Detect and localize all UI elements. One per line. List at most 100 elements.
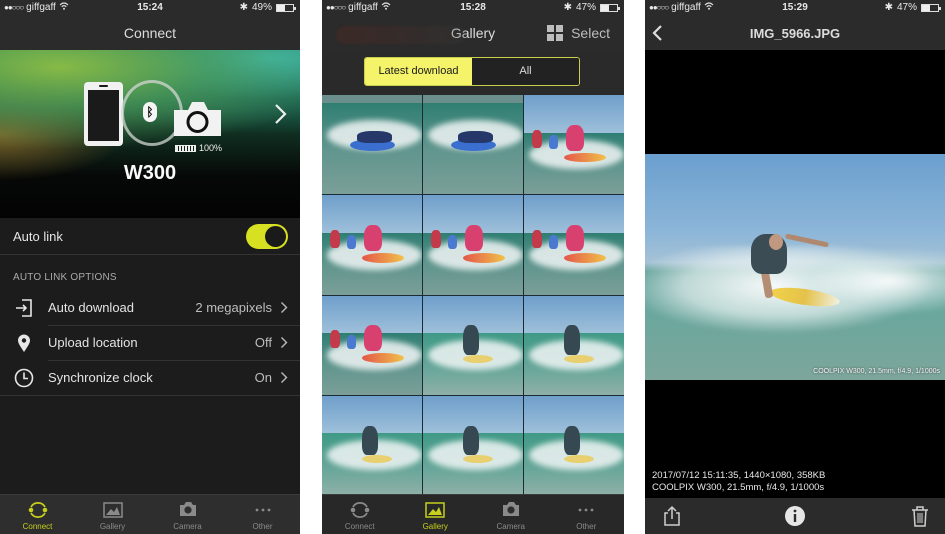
tab-connect[interactable]: Connect bbox=[0, 495, 75, 534]
device-name: W300 bbox=[123, 162, 177, 184]
fading-notification-banner bbox=[336, 26, 466, 44]
tab-label: Connect bbox=[22, 522, 53, 531]
photo-thumbnail[interactable] bbox=[524, 295, 624, 395]
status-bar: ●●○○○ giffgaff 15:29 ✱ 47% bbox=[645, 0, 945, 16]
camera-icon bbox=[502, 502, 519, 516]
photo-toolbar bbox=[645, 498, 945, 534]
gallery-icon bbox=[425, 502, 445, 518]
auto-link-toggle[interactable] bbox=[246, 224, 288, 249]
camera-icon bbox=[179, 502, 196, 516]
photo-watermark-caption: COOLPIX W300, 21.5mm, f/4.9, 1/1000s bbox=[813, 368, 940, 375]
auto-link-label: Auto link bbox=[13, 229, 63, 244]
tab-gallery[interactable]: Gallery bbox=[398, 495, 474, 534]
tab-camera[interactable]: Camera bbox=[150, 495, 225, 534]
segment-latest-download[interactable]: Latest download bbox=[365, 58, 472, 85]
option-upload-location[interactable]: Upload location Off bbox=[0, 325, 300, 360]
option-label: Auto download bbox=[48, 300, 135, 315]
share-icon[interactable] bbox=[661, 505, 683, 527]
tab-label: Other bbox=[576, 522, 597, 531]
option-value: 2 megapixels bbox=[195, 300, 272, 315]
photo-thumbnail[interactable] bbox=[322, 395, 422, 495]
chevron-right-icon bbox=[281, 372, 288, 383]
photo-metadata: 2017/07/12 15:11:35, 1440×1080, 358KB CO… bbox=[652, 470, 825, 494]
section-header: AUTO LINK OPTIONS bbox=[13, 272, 117, 283]
tab-label: Other bbox=[252, 522, 273, 531]
chevron-right-icon bbox=[281, 337, 288, 348]
gallery-icon bbox=[102, 502, 123, 518]
divider bbox=[0, 254, 300, 255]
option-label: Upload location bbox=[48, 335, 138, 350]
status-bar: ●●○○○ giffgaff 15:24 ✱ 49% bbox=[0, 0, 300, 16]
full-photo[interactable]: COOLPIX W300, 21.5mm, f/4.9, 1/1000s bbox=[645, 154, 945, 380]
chevron-right-icon bbox=[281, 302, 288, 313]
page-title: IMG_5966.JPG bbox=[749, 26, 841, 41]
option-auto-download[interactable]: Auto download 2 megapixels bbox=[0, 290, 300, 325]
tab-bar: Connect Gallery Camera Other bbox=[322, 494, 624, 534]
segment-all[interactable]: All bbox=[472, 58, 579, 85]
connection-hero[interactable]: ᛒ 100% W300 bbox=[0, 50, 300, 218]
back-chevron-icon[interactable] bbox=[651, 24, 663, 42]
battery-icon bbox=[921, 3, 941, 12]
tab-other[interactable]: Other bbox=[225, 495, 300, 534]
camera-device-icon bbox=[174, 102, 221, 136]
nav-bar: IMG_5966.JPG bbox=[645, 16, 945, 50]
option-value: On bbox=[254, 370, 272, 385]
battery-icon bbox=[276, 3, 296, 12]
smartphone-icon bbox=[84, 82, 123, 146]
option-synchronize-clock[interactable]: Synchronize clock On bbox=[0, 360, 300, 395]
photo-thumbnail[interactable] bbox=[423, 95, 523, 195]
page-title: Connect bbox=[0, 16, 300, 50]
photo-thumbnail[interactable] bbox=[423, 295, 523, 395]
photo-detail-screen: ●●○○○ giffgaff 15:29 ✱ 47% IMG_5966.JPG … bbox=[645, 0, 945, 534]
option-value: Off bbox=[254, 335, 272, 350]
photo-thumbnail[interactable] bbox=[322, 295, 422, 395]
grid-icon bbox=[547, 25, 564, 41]
metadata-line-exif: COOLPIX W300, 21.5mm, f/4.9, 1/1000s bbox=[652, 482, 825, 493]
photo-thumbnail[interactable] bbox=[423, 395, 523, 495]
select-label: Select bbox=[571, 25, 610, 41]
battery-percent: 47% bbox=[575, 2, 596, 13]
bluetooth-icon: ✱ bbox=[239, 2, 248, 13]
tab-label: Gallery bbox=[422, 522, 448, 531]
download-in-icon bbox=[16, 299, 32, 317]
option-label: Synchronize clock bbox=[48, 370, 153, 385]
photo-thumbnail[interactable] bbox=[524, 395, 624, 495]
photo-thumbnail[interactable] bbox=[322, 195, 422, 295]
photo-thumbnail[interactable] bbox=[524, 195, 624, 295]
photo-thumbnail[interactable] bbox=[322, 95, 422, 195]
select-button[interactable]: Select bbox=[547, 16, 610, 50]
tab-connect[interactable]: Connect bbox=[322, 495, 398, 534]
tab-label: Camera bbox=[496, 522, 525, 531]
auto-link-row: Auto link bbox=[0, 219, 300, 254]
bluetooth-icon: ✱ bbox=[884, 2, 893, 13]
connect-icon bbox=[350, 501, 370, 519]
divider bbox=[0, 395, 300, 396]
bluetooth-badge-icon: ᛒ bbox=[143, 102, 157, 122]
battery-percent: 47% bbox=[896, 2, 917, 13]
gallery-screen: ●●○○○ giffgaff 15:28 ✱ 47% Gallery Selec… bbox=[322, 0, 624, 534]
trash-icon[interactable] bbox=[909, 505, 931, 527]
clock-icon bbox=[14, 368, 34, 388]
metadata-line-date-size: 2017/07/12 15:11:35, 1440×1080, 358KB bbox=[652, 470, 826, 481]
tab-other[interactable]: Other bbox=[549, 495, 625, 534]
camera-battery: 100% bbox=[175, 143, 222, 153]
battery-icon bbox=[600, 3, 620, 12]
chevron-right-icon[interactable] bbox=[270, 102, 290, 126]
more-icon bbox=[578, 508, 594, 512]
photo-grid bbox=[322, 95, 624, 495]
tab-label: Gallery bbox=[99, 522, 126, 531]
tab-label: Connect bbox=[344, 522, 375, 531]
bluetooth-icon: ✱ bbox=[563, 2, 572, 13]
tab-camera[interactable]: Camera bbox=[473, 495, 549, 534]
camera-battery-icon bbox=[175, 144, 196, 152]
tab-gallery[interactable]: Gallery bbox=[75, 495, 150, 534]
battery-percent: 49% bbox=[251, 2, 272, 13]
photo-thumbnail[interactable] bbox=[524, 95, 624, 195]
gallery-filter-segmented-control: Latest download All bbox=[364, 57, 580, 86]
connect-icon bbox=[28, 501, 47, 519]
status-bar: ●●○○○ giffgaff 15:28 ✱ 47% bbox=[322, 0, 624, 16]
photo-thumbnail[interactable] bbox=[423, 195, 523, 295]
tab-label: Camera bbox=[173, 522, 202, 531]
info-icon[interactable] bbox=[784, 505, 806, 527]
camera-battery-percent: 100% bbox=[199, 143, 223, 153]
